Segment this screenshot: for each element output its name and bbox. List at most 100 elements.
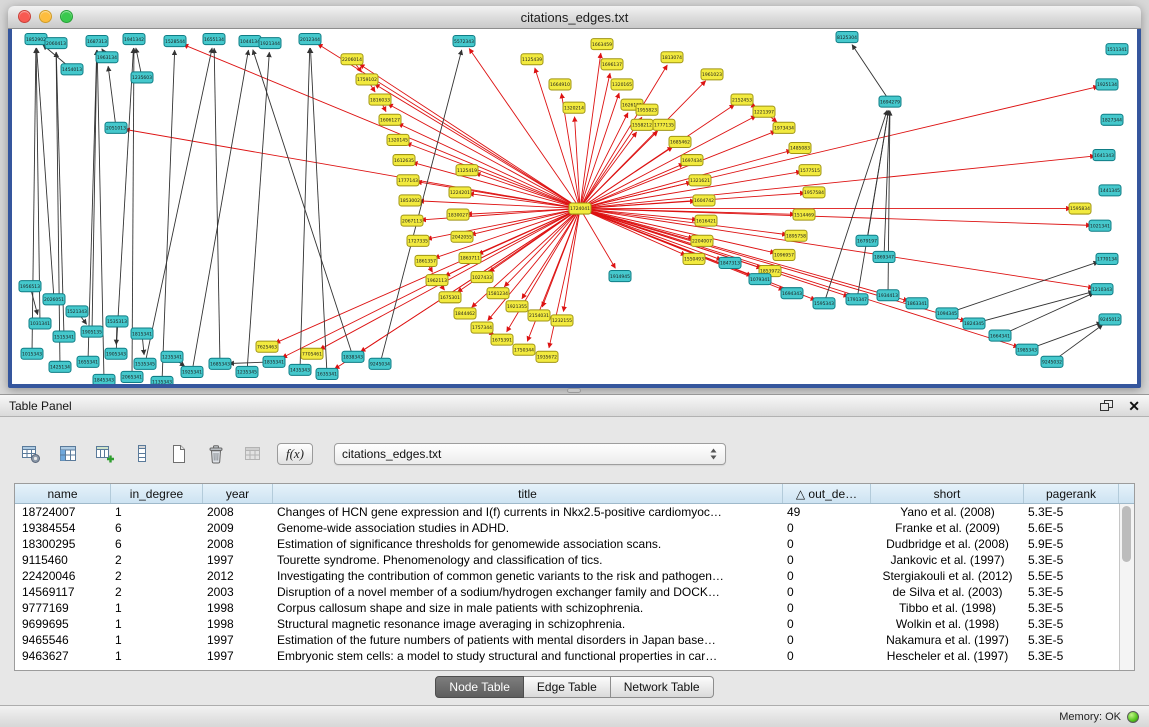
close-panel-button[interactable]: ✕	[1128, 399, 1140, 413]
close-window-button[interactable]	[18, 10, 31, 23]
graph-node[interactable]: 1750344	[513, 344, 535, 355]
delete-table-button[interactable]	[203, 441, 229, 467]
graph-node[interactable]: 1550493	[683, 253, 705, 264]
graph-node[interactable]: 1616421	[695, 215, 717, 226]
graph-node[interactable]: 1724041	[569, 203, 591, 214]
graph-node[interactable]: 1021341	[1089, 220, 1111, 231]
graph-node[interactable]: 1320214	[563, 102, 585, 113]
graph-node[interactable]: 1830027	[447, 209, 469, 220]
graph-node[interactable]: 1595343	[813, 298, 835, 309]
graph-node[interactable]: 1956513	[19, 281, 41, 292]
graph-node[interactable]: 1581234	[487, 288, 509, 299]
table-selector-dropdown[interactable]: citations_edges.txt	[334, 443, 726, 465]
zoom-window-button[interactable]	[60, 10, 73, 23]
graph-node[interactable]: 1094345	[936, 308, 958, 319]
panel-splitter-handle[interactable]	[567, 388, 581, 393]
graph-node[interactable]: 1961023	[701, 69, 723, 80]
graph-node[interactable]: 1895758	[785, 230, 807, 241]
graph-node[interactable]: 1027433	[471, 272, 493, 283]
graph-node[interactable]: 1235345	[236, 366, 258, 377]
graph-node[interactable]: 7705461	[301, 348, 323, 359]
graph-node[interactable]: 1914945	[609, 271, 631, 282]
scrollbar-thumb[interactable]	[1122, 506, 1131, 562]
graph-node[interactable]: 8125304	[836, 32, 858, 43]
graph-node[interactable]: 1685462	[669, 136, 691, 147]
table-settings-button[interactable]	[18, 441, 44, 467]
graph-node[interactable]: 2206014	[341, 54, 363, 65]
graph-node[interactable]: 1844462	[454, 308, 476, 319]
column-header-0[interactable]: name	[15, 484, 111, 503]
graph-node[interactable]: 1528544	[164, 36, 186, 47]
graph-node[interactable]: 1079341	[749, 274, 771, 285]
graph-node[interactable]: 1135343	[151, 376, 173, 384]
graph-node[interactable]: 1791347	[846, 294, 868, 305]
graph-node[interactable]: 1777135	[653, 119, 675, 130]
table-row[interactable]: 946362711997Embryonic stem cells: a mode…	[15, 648, 1119, 664]
graph-node[interactable]: 1558212	[631, 119, 653, 130]
graph-node[interactable]: 1675391	[491, 334, 513, 345]
graph-node[interactable]: 1031341	[29, 318, 51, 329]
graph-node[interactable]: 1320165	[611, 79, 633, 90]
graph-node[interactable]: 9245012	[1099, 314, 1121, 325]
graph-node[interactable]: 1664341	[989, 330, 1011, 341]
graph-node[interactable]: 5572343	[453, 36, 475, 47]
graph-node[interactable]: 1869347	[873, 251, 895, 262]
graph-node[interactable]: 1777143	[397, 175, 419, 186]
graph-node[interactable]: 1454013	[61, 64, 83, 75]
graph-node[interactable]: 1921344	[259, 38, 281, 49]
column-header-3[interactable]: title	[273, 484, 783, 503]
graph-node[interactable]: 1535313	[106, 316, 128, 327]
table-row[interactable]: 977716911998Corpus callosum shape and si…	[15, 600, 1119, 616]
graph-node[interactable]: 1321621	[689, 175, 711, 186]
graph-node[interactable]: 1838343	[342, 351, 364, 362]
graph-node[interactable]: 1824345	[963, 318, 985, 329]
graph-node[interactable]: 1694279	[879, 96, 901, 107]
graph-node[interactable]: 1861357	[415, 255, 437, 266]
graph-node[interactable]: 1655134	[203, 34, 225, 45]
import-table-button[interactable]	[240, 441, 266, 467]
graph-node[interactable]: 1044134	[239, 36, 261, 47]
graph-node[interactable]: 1535345	[134, 358, 156, 369]
graph-node[interactable]: 1759102	[356, 74, 378, 85]
graph-node[interactable]: 1441345	[1099, 185, 1121, 196]
graph-node[interactable]: 1925134	[1096, 79, 1118, 90]
graph-node[interactable]: 1125439	[521, 54, 543, 65]
graph-node[interactable]: 1221397	[753, 106, 775, 117]
graph-node[interactable]: 1973434	[773, 122, 795, 133]
graph-node[interactable]: 1485083	[789, 142, 811, 153]
graph-node[interactable]: 1210343	[1091, 284, 1113, 295]
graph-node[interactable]: 1816033	[369, 94, 391, 105]
table-row[interactable]: 946554611997Estimation of the future num…	[15, 632, 1119, 648]
graph-node[interactable]: 1232155	[551, 315, 573, 326]
graph-node[interactable]: 1863341	[906, 298, 928, 309]
graph-node[interactable]: 1963134	[96, 52, 118, 63]
graph-node[interactable]: 1835341	[263, 356, 285, 367]
graph-node[interactable]: 1655341	[77, 356, 99, 367]
graph-node[interactable]: 1955823	[636, 104, 658, 115]
graph-node[interactable]: 1604742	[693, 195, 715, 206]
graph-node[interactable]: 2152453	[731, 94, 753, 105]
graph-node[interactable]: 1827344	[1101, 114, 1123, 125]
graph-node[interactable]: 9245032	[1041, 356, 1063, 367]
graph-node[interactable]: 1813074	[661, 52, 683, 63]
table-row[interactable]: 1938455462009Genome-wide association stu…	[15, 520, 1119, 536]
graph-node[interactable]: 2065341	[121, 371, 143, 382]
graph-node[interactable]: 1511341	[1106, 44, 1128, 55]
column-header-2[interactable]: year	[203, 484, 273, 503]
graph-node[interactable]: 1863711	[459, 252, 481, 263]
graph-node[interactable]: 1235603	[131, 72, 153, 83]
table-scrollbar[interactable]	[1119, 504, 1134, 670]
graph-node[interactable]: 1685343	[209, 358, 231, 369]
tab-network-table[interactable]: Network Table	[611, 676, 714, 698]
network-canvas[interactable]: 1724041220601417591021816033160612713201…	[12, 29, 1137, 384]
graph-node[interactable]: 1514469	[793, 209, 815, 220]
table-row[interactable]: 2242004622012Investigating the contribut…	[15, 568, 1119, 584]
graph-node[interactable]: 1962113	[426, 275, 448, 286]
table-row[interactable]: 911546021997Tourette syndrome. Phenomeno…	[15, 552, 1119, 568]
graph-node[interactable]: 1675301	[439, 292, 461, 303]
graph-node[interactable]: 1957584	[803, 187, 825, 198]
graph-node[interactable]: 1595834	[1069, 203, 1091, 214]
graph-node[interactable]: 1757344	[471, 322, 493, 333]
column-header-5[interactable]: short	[871, 484, 1024, 503]
graph-node[interactable]: 2042055	[451, 231, 473, 242]
